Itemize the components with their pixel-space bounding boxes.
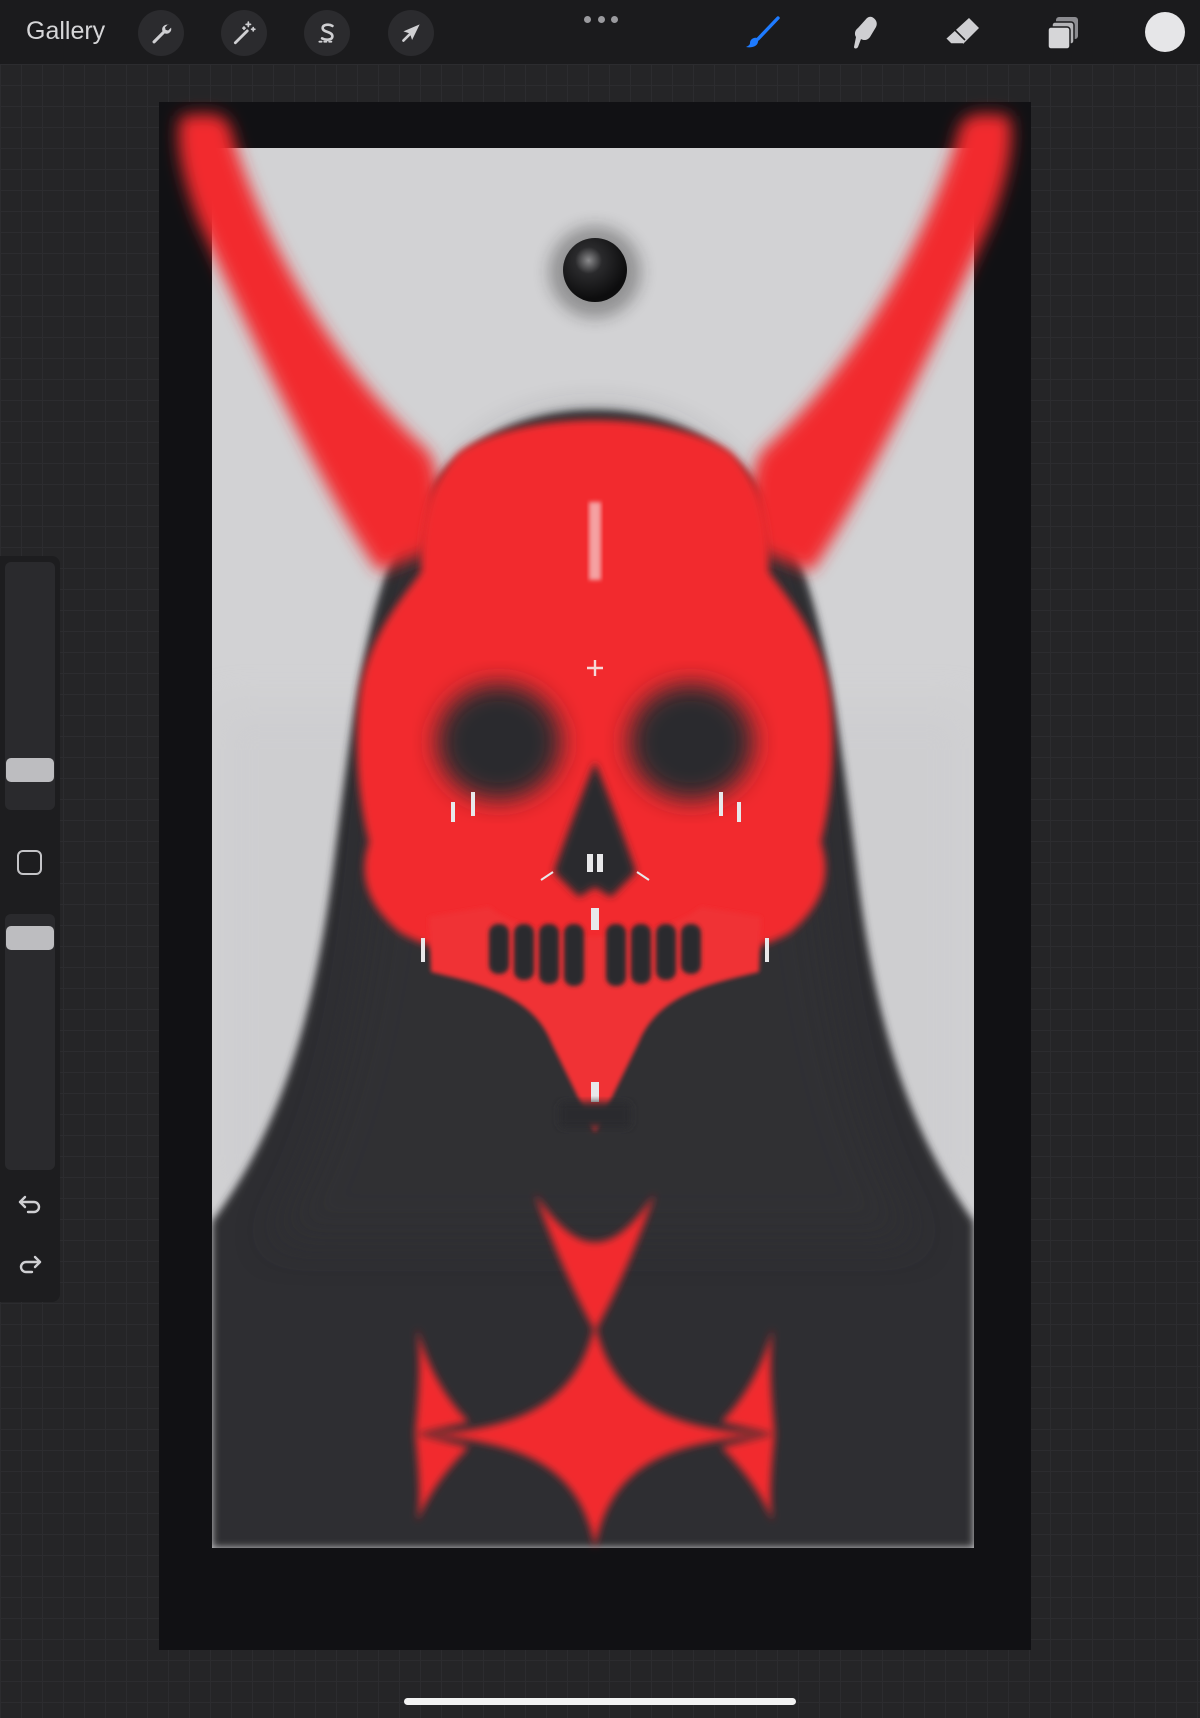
brush-tool-button[interactable] xyxy=(740,10,786,56)
opacity-thumb[interactable] xyxy=(6,926,54,950)
selection-s-icon xyxy=(318,23,334,43)
eraser-tool-button[interactable] xyxy=(940,10,986,56)
home-indicator[interactable] xyxy=(404,1698,796,1705)
dot-icon xyxy=(611,15,618,23)
adjustments-button[interactable] xyxy=(221,10,267,56)
brush-size-thumb[interactable] xyxy=(6,758,54,782)
magic-wand-icon xyxy=(233,21,256,45)
eraser-icon xyxy=(945,18,979,45)
undo-icon xyxy=(18,1195,41,1214)
procreate-app: Gallery xyxy=(0,0,1200,1718)
redo-button[interactable] xyxy=(14,1248,46,1280)
smudge-tool-button[interactable] xyxy=(840,10,886,56)
opacity-slider[interactable] xyxy=(5,914,55,1170)
undo-button[interactable] xyxy=(14,1188,46,1220)
arrow-cursor-icon xyxy=(402,24,420,42)
layers-button[interactable] xyxy=(1040,10,1086,56)
redo-icon xyxy=(19,1255,42,1274)
dot-icon xyxy=(597,15,605,23)
selection-button[interactable] xyxy=(304,10,350,56)
left-sidebar xyxy=(0,556,60,1302)
black-orb xyxy=(563,238,627,302)
dot-icon xyxy=(584,15,591,23)
actions-button[interactable] xyxy=(138,10,184,56)
wrench-icon xyxy=(152,24,172,44)
gallery-button[interactable]: Gallery xyxy=(26,14,105,48)
right-eye-socket xyxy=(629,684,753,800)
brush-size-slider[interactable] xyxy=(5,562,55,810)
brush-icon xyxy=(746,16,780,48)
color-picker-button[interactable] xyxy=(1145,12,1185,52)
more-options-button[interactable] xyxy=(584,12,618,26)
left-eye-socket xyxy=(437,684,561,800)
artwork-illustration[interactable] xyxy=(159,102,1031,1650)
layers-icon xyxy=(1047,17,1078,50)
modify-button[interactable] xyxy=(17,850,42,875)
transform-button[interactable] xyxy=(388,10,434,56)
top-toolbar: Gallery xyxy=(0,0,1200,64)
smudge-finger-icon xyxy=(854,16,877,49)
